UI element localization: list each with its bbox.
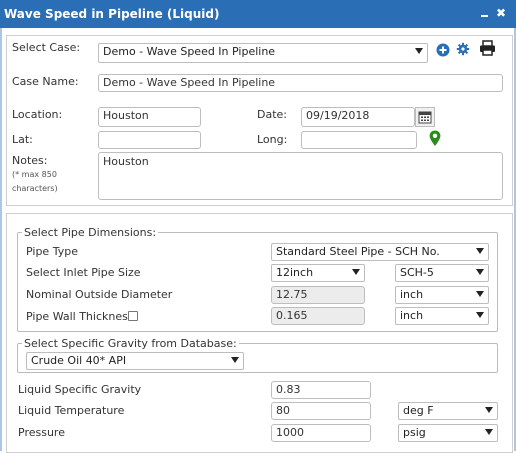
specific-gravity-label: Liquid Specific Gravity [18, 383, 142, 396]
liquid-temperature-label: Liquid Temperature [18, 404, 125, 417]
chevron-down-icon [476, 312, 484, 318]
temperature-unit-value: deg F [403, 404, 434, 417]
chevron-down-icon [485, 407, 493, 413]
wall-thickness-label: Pipe Wall Thickness [26, 310, 134, 323]
calendar-icon[interactable] [415, 107, 435, 127]
pipe-dimensions-legend: Select Pipe Dimensions: [22, 226, 159, 239]
specific-gravity-input[interactable]: 0.83 [271, 381, 371, 399]
notes-textarea[interactable]: Houston [98, 152, 503, 200]
select-case-label: Select Case: [12, 41, 81, 54]
long-label: Long: [257, 133, 288, 146]
chevron-down-icon [352, 269, 360, 275]
long-input[interactable] [301, 131, 417, 149]
wall-thickness-checkbox[interactable] [128, 311, 138, 321]
add-icon[interactable] [436, 43, 450, 57]
chevron-down-icon [415, 48, 423, 54]
window-title: Wave Speed in Pipeline (Liquid) [4, 7, 220, 21]
minimize-icon[interactable] [480, 5, 492, 19]
od-input: 12.75 [271, 286, 365, 304]
schedule-value: SCH-5 [400, 266, 434, 279]
location-label: Location: [12, 108, 63, 121]
notes-label: Notes: [12, 154, 48, 167]
inlet-size-value: 12inch [276, 266, 314, 279]
pressure-label: Pressure [18, 426, 65, 439]
settings-icon[interactable] [456, 42, 470, 56]
case-name-input[interactable]: Demo - Wave Speed In Pipeline [98, 74, 503, 92]
pipe-type-value: Standard Steel Pipe - SCH No. [276, 245, 440, 258]
lat-label: Lat: [12, 133, 33, 146]
notes-hint: (* max 850 characters) [12, 170, 58, 193]
select-case-dropdown[interactable]: Demo - Wave Speed In Pipeline [98, 43, 428, 63]
wall-unit-value: inch [400, 309, 424, 322]
window-titlebar: Wave Speed in Pipeline (Liquid) ✖ [0, 0, 516, 28]
location-input[interactable]: Houston [98, 107, 201, 127]
wall-thickness-input: 0.165 [271, 307, 365, 325]
temperature-unit-dropdown[interactable]: deg F [398, 402, 498, 420]
map-pin-icon[interactable] [429, 130, 441, 147]
gravity-database-value: Crude Oil 40* API [31, 354, 127, 367]
lat-input[interactable] [98, 131, 201, 149]
inlet-size-label: Select Inlet Pipe Size [26, 266, 141, 279]
close-icon[interactable]: ✖ [496, 6, 508, 20]
pressure-unit-value: psig [403, 426, 426, 439]
chevron-down-icon [485, 429, 493, 435]
od-unit-value: inch [400, 288, 424, 301]
select-case-value: Demo - Wave Speed In Pipeline [103, 45, 276, 58]
schedule-dropdown[interactable]: SCH-5 [395, 264, 489, 282]
chevron-down-icon [476, 291, 484, 297]
gravity-database-legend: Select Specific Gravity from Database: [22, 337, 239, 350]
liquid-temperature-input[interactable]: 80 [271, 402, 371, 420]
od-unit-dropdown[interactable]: inch [395, 286, 489, 304]
print-icon[interactable] [479, 40, 496, 56]
chevron-down-icon [476, 269, 484, 275]
pipe-type-dropdown[interactable]: Standard Steel Pipe - SCH No. [271, 243, 489, 261]
pipe-type-label: Pipe Type [26, 245, 78, 258]
gravity-database-dropdown[interactable]: Crude Oil 40* API [26, 352, 244, 370]
chevron-down-icon [476, 248, 484, 254]
case-name-label: Case Name: [12, 75, 79, 88]
od-label: Nominal Outside Diameter [26, 288, 173, 301]
date-label: Date: [257, 108, 287, 121]
inlet-size-dropdown[interactable]: 12inch [271, 264, 365, 282]
pressure-input[interactable]: 1000 [271, 424, 371, 442]
wall-unit-dropdown[interactable]: inch [395, 307, 489, 325]
chevron-down-icon [231, 357, 239, 363]
date-input[interactable]: 09/19/2018 [301, 107, 415, 127]
pressure-unit-dropdown[interactable]: psig [398, 424, 498, 442]
